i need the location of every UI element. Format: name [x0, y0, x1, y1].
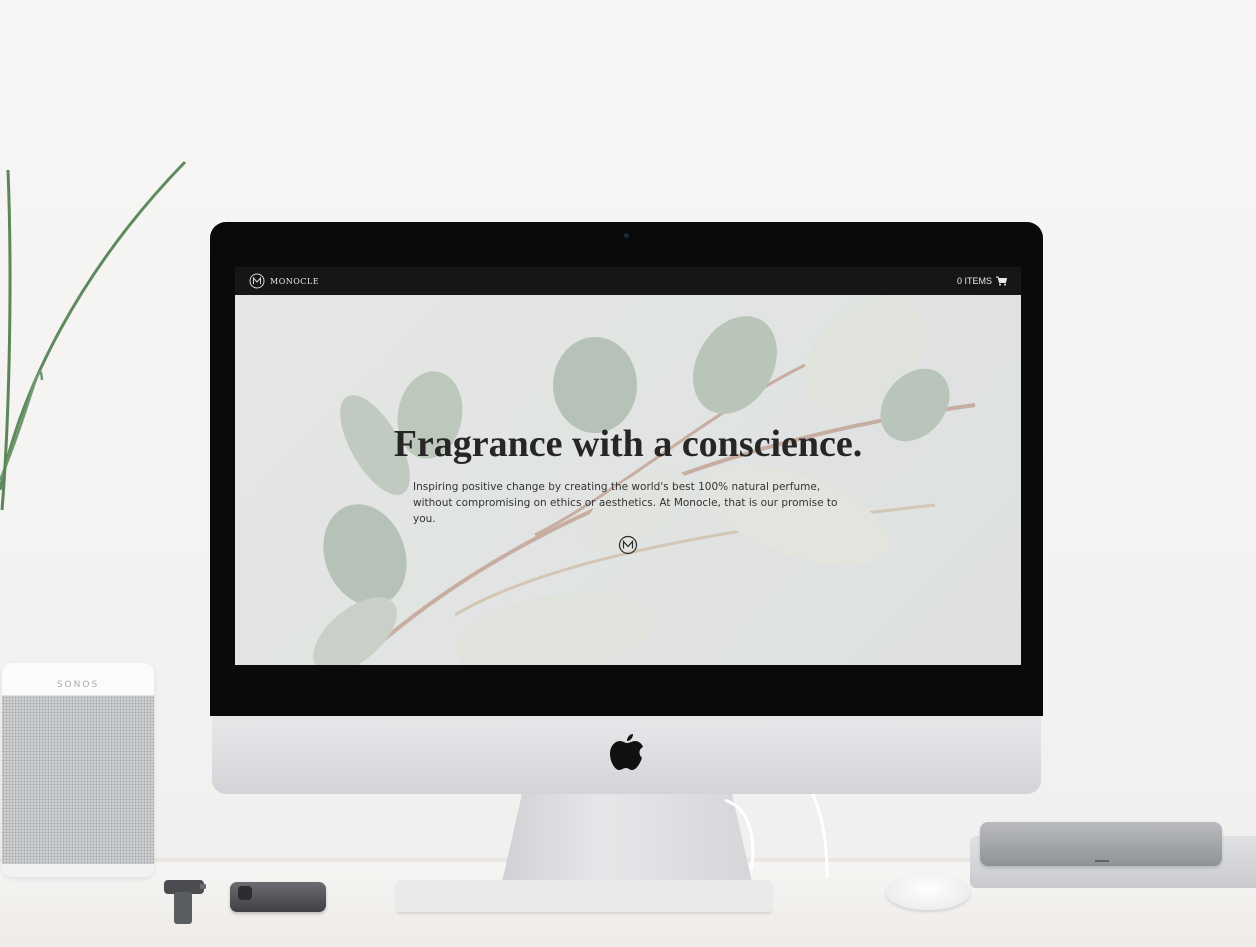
hero-mark	[618, 535, 638, 559]
speaker-top: SONOS	[2, 663, 154, 696]
shopping-cart-icon	[996, 276, 1007, 286]
monitor-chin	[212, 716, 1041, 794]
tablet-port	[1095, 860, 1109, 862]
tablet	[980, 822, 1222, 866]
tablet-and-laptop	[968, 820, 1256, 890]
speaker-brand-label: SONOS	[56, 680, 100, 690]
brand-name: MONOCLE	[270, 276, 320, 286]
hero-section: Fragrance with a conscience. Inspiring p…	[235, 295, 1021, 665]
desk-scene: SONOS MONOCLE 0 ITEMS Fragrance with a c…	[0, 0, 1256, 947]
monogram-m-circle-icon	[618, 535, 638, 555]
plant-decoration	[0, 160, 187, 511]
camera-icon	[624, 233, 629, 238]
hero-content: Fragrance with a conscience. Inspiring p…	[235, 421, 1021, 559]
cart-button[interactable]: 0 ITEMS	[957, 276, 1007, 286]
smartwatch	[164, 880, 206, 924]
phone-camera-icon	[238, 886, 252, 900]
website-screen: MONOCLE 0 ITEMS Fragrance with a conscie…	[235, 267, 1021, 665]
mouse	[886, 874, 970, 910]
speaker-base	[2, 864, 154, 877]
monogram-m-circle-icon	[249, 273, 265, 289]
site-navbar: MONOCLE 0 ITEMS	[235, 267, 1021, 295]
speaker: SONOS	[2, 663, 154, 877]
hero-title: Fragrance with a conscience.	[393, 423, 863, 465]
keyboard	[396, 880, 772, 912]
power-cable	[724, 790, 829, 879]
brand-link[interactable]: MONOCLE	[249, 273, 319, 289]
speaker-grill	[2, 696, 154, 864]
apple-logo-icon	[610, 734, 643, 770]
smartphone	[230, 882, 326, 912]
cart-count-label: 0 ITEMS	[956, 276, 992, 286]
hero-subtitle: Inspiring positive change by creating th…	[413, 481, 838, 525]
